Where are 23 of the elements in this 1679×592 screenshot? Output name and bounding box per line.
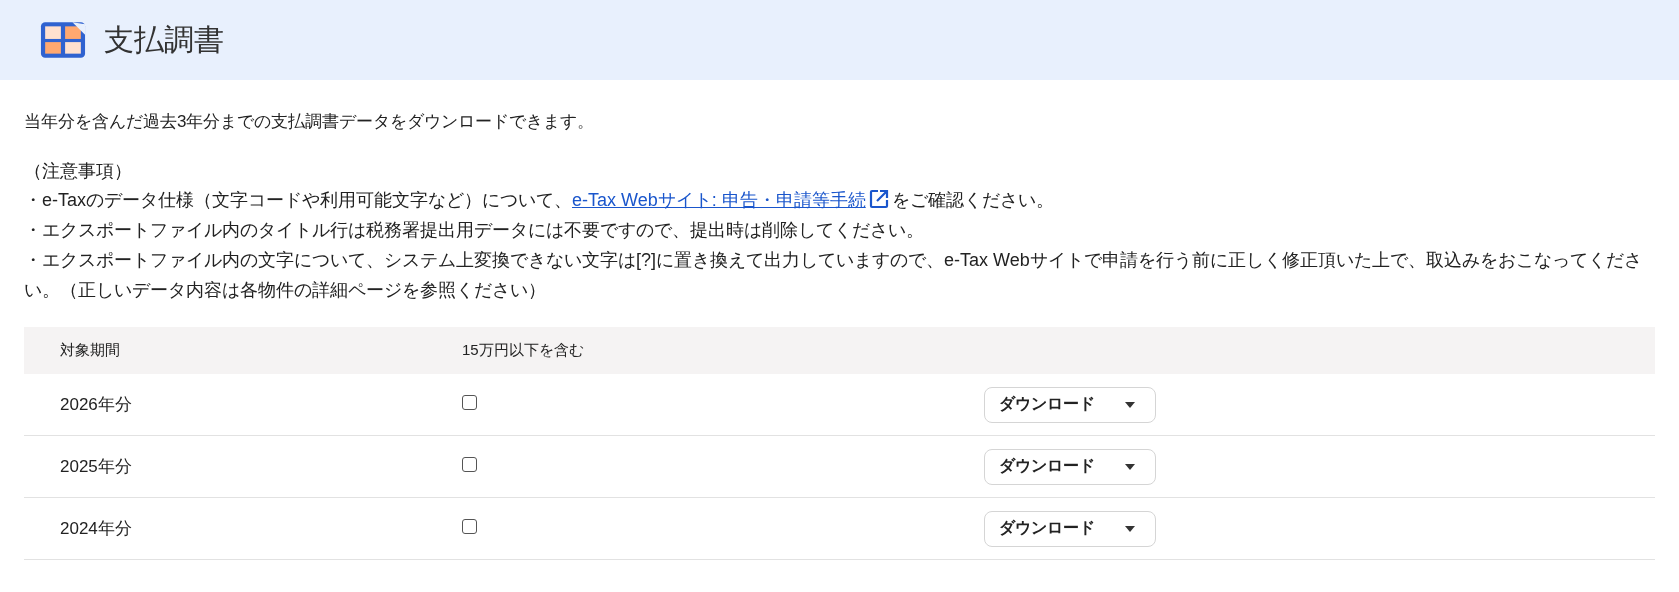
column-header: 対象期間 [60,341,120,358]
description-text: 当年分を含んだ過去3年分までの支払調書データをダウンロードできます。 [24,111,596,133]
period-label: 2025年分 [60,457,132,476]
notes-heading: （注意事項） [24,160,133,183]
column-header: 15万円以下を含む [462,341,584,358]
table-document-icon [38,20,88,60]
caret-icon [1125,463,1135,470]
page-title: 支払調書 [104,21,224,58]
period-label: 2026年分 [60,395,132,414]
external-link-icon [867,188,890,210]
note-text: ・e-Taxのデータ仕様（文字コードや利用可能文字など）について、e-Tax Webサイト: 申告・申請等手続 をご確認ください。 [24,187,1055,212]
download-dropdown-button[interactable]: ダウンロード [984,510,1156,547]
caret-icon [1125,401,1135,408]
period-label: 2024年分 [60,519,132,538]
download-dropdown-button[interactable]: ダウンロード [984,386,1156,423]
download-dropdown-button[interactable]: ダウンロード [984,448,1156,485]
note-text: ・エクスポートファイル内の文字について、システム上変換できない文字は[?]に置き換えて出力していますので、e-Tax Webサイトで申請を行う前に正しく修正頂いた上で、取込みをおこなってください。（正しいデータ内容は各物件の詳細ページを参照ください） [24,249,1643,302]
include-checkbox[interactable] [462,518,477,534]
caret-icon [1125,525,1135,532]
note-text: ・エクスポートファイル内のタイトル行は税務署提出用データには不要ですので、提出時は削除してください。 [24,219,925,242]
include-checkbox[interactable] [462,456,477,472]
include-checkbox[interactable] [462,394,477,410]
help-link[interactable]: e-Tax Webサイト: 申告・申請等手続 [572,190,892,210]
